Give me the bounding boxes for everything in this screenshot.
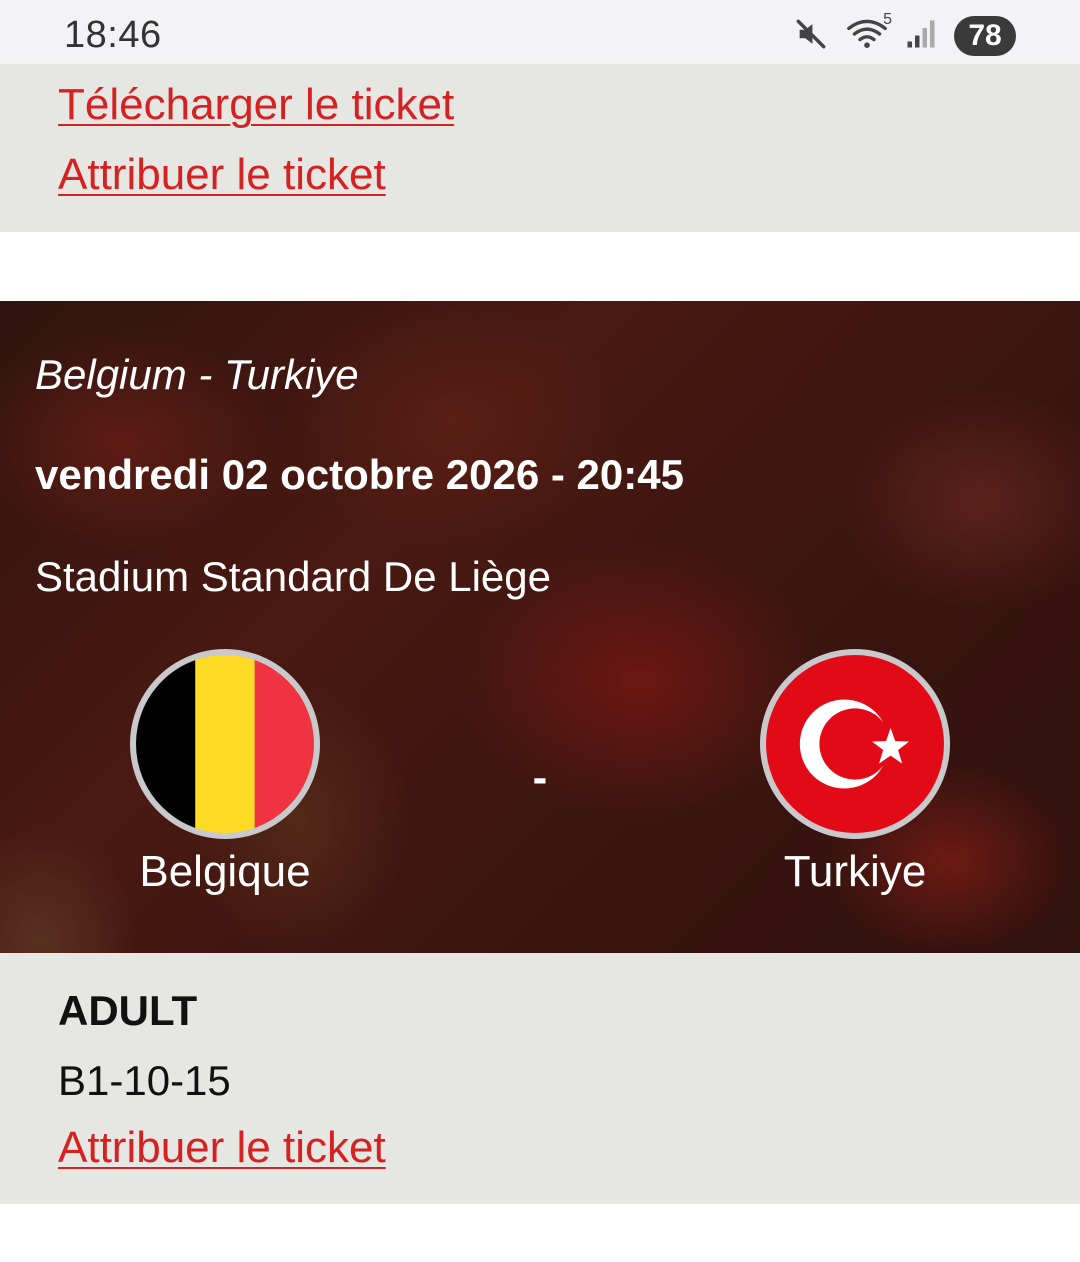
ticket-actions-panel: Télécharger le ticket Attribuer le ticke… <box>0 64 1080 232</box>
status-icons: 5 78 <box>794 11 1016 58</box>
belgium-flag-icon <box>130 649 320 839</box>
assign-ticket-link-bottom[interactable]: Attribuer le ticket <box>58 1123 386 1173</box>
match-name: Belgium - Turkiye <box>35 351 359 398</box>
ticket-seat: B1-10-15 <box>58 1057 231 1104</box>
download-ticket-link[interactable]: Télécharger le ticket <box>58 80 454 130</box>
home-team-name: Belgique <box>139 847 311 896</box>
turkey-flag-icon <box>760 649 950 839</box>
match-banner: Belgium - Turkiye vendredi 02 octobre 20… <box>0 301 1080 953</box>
wifi-badge: 5 <box>883 10 892 28</box>
match-venue: Stadium Standard De Liège <box>35 553 551 600</box>
match-datetime: vendredi 02 octobre 2026 - 20:45 <box>35 451 684 498</box>
status-bar: 18:46 5 78 <box>0 0 1080 64</box>
assign-ticket-link[interactable]: Attribuer le ticket <box>58 150 386 200</box>
mute-icon <box>794 17 828 56</box>
signal-icon <box>906 19 936 54</box>
ticket-detail-panel: ADULT B1-10-15 Attribuer le ticket <box>0 953 1080 1204</box>
match-separator: - <box>532 753 548 802</box>
status-time: 18:46 <box>64 14 162 56</box>
ticket-category: ADULT <box>58 987 198 1034</box>
away-team-name: Turkiye <box>783 847 927 896</box>
battery-indicator: 78 <box>954 16 1016 56</box>
ticket-page: 18:46 5 78 Télécharger le ticket Attribu… <box>0 0 1080 1262</box>
wifi-icon: 5 <box>846 11 892 56</box>
